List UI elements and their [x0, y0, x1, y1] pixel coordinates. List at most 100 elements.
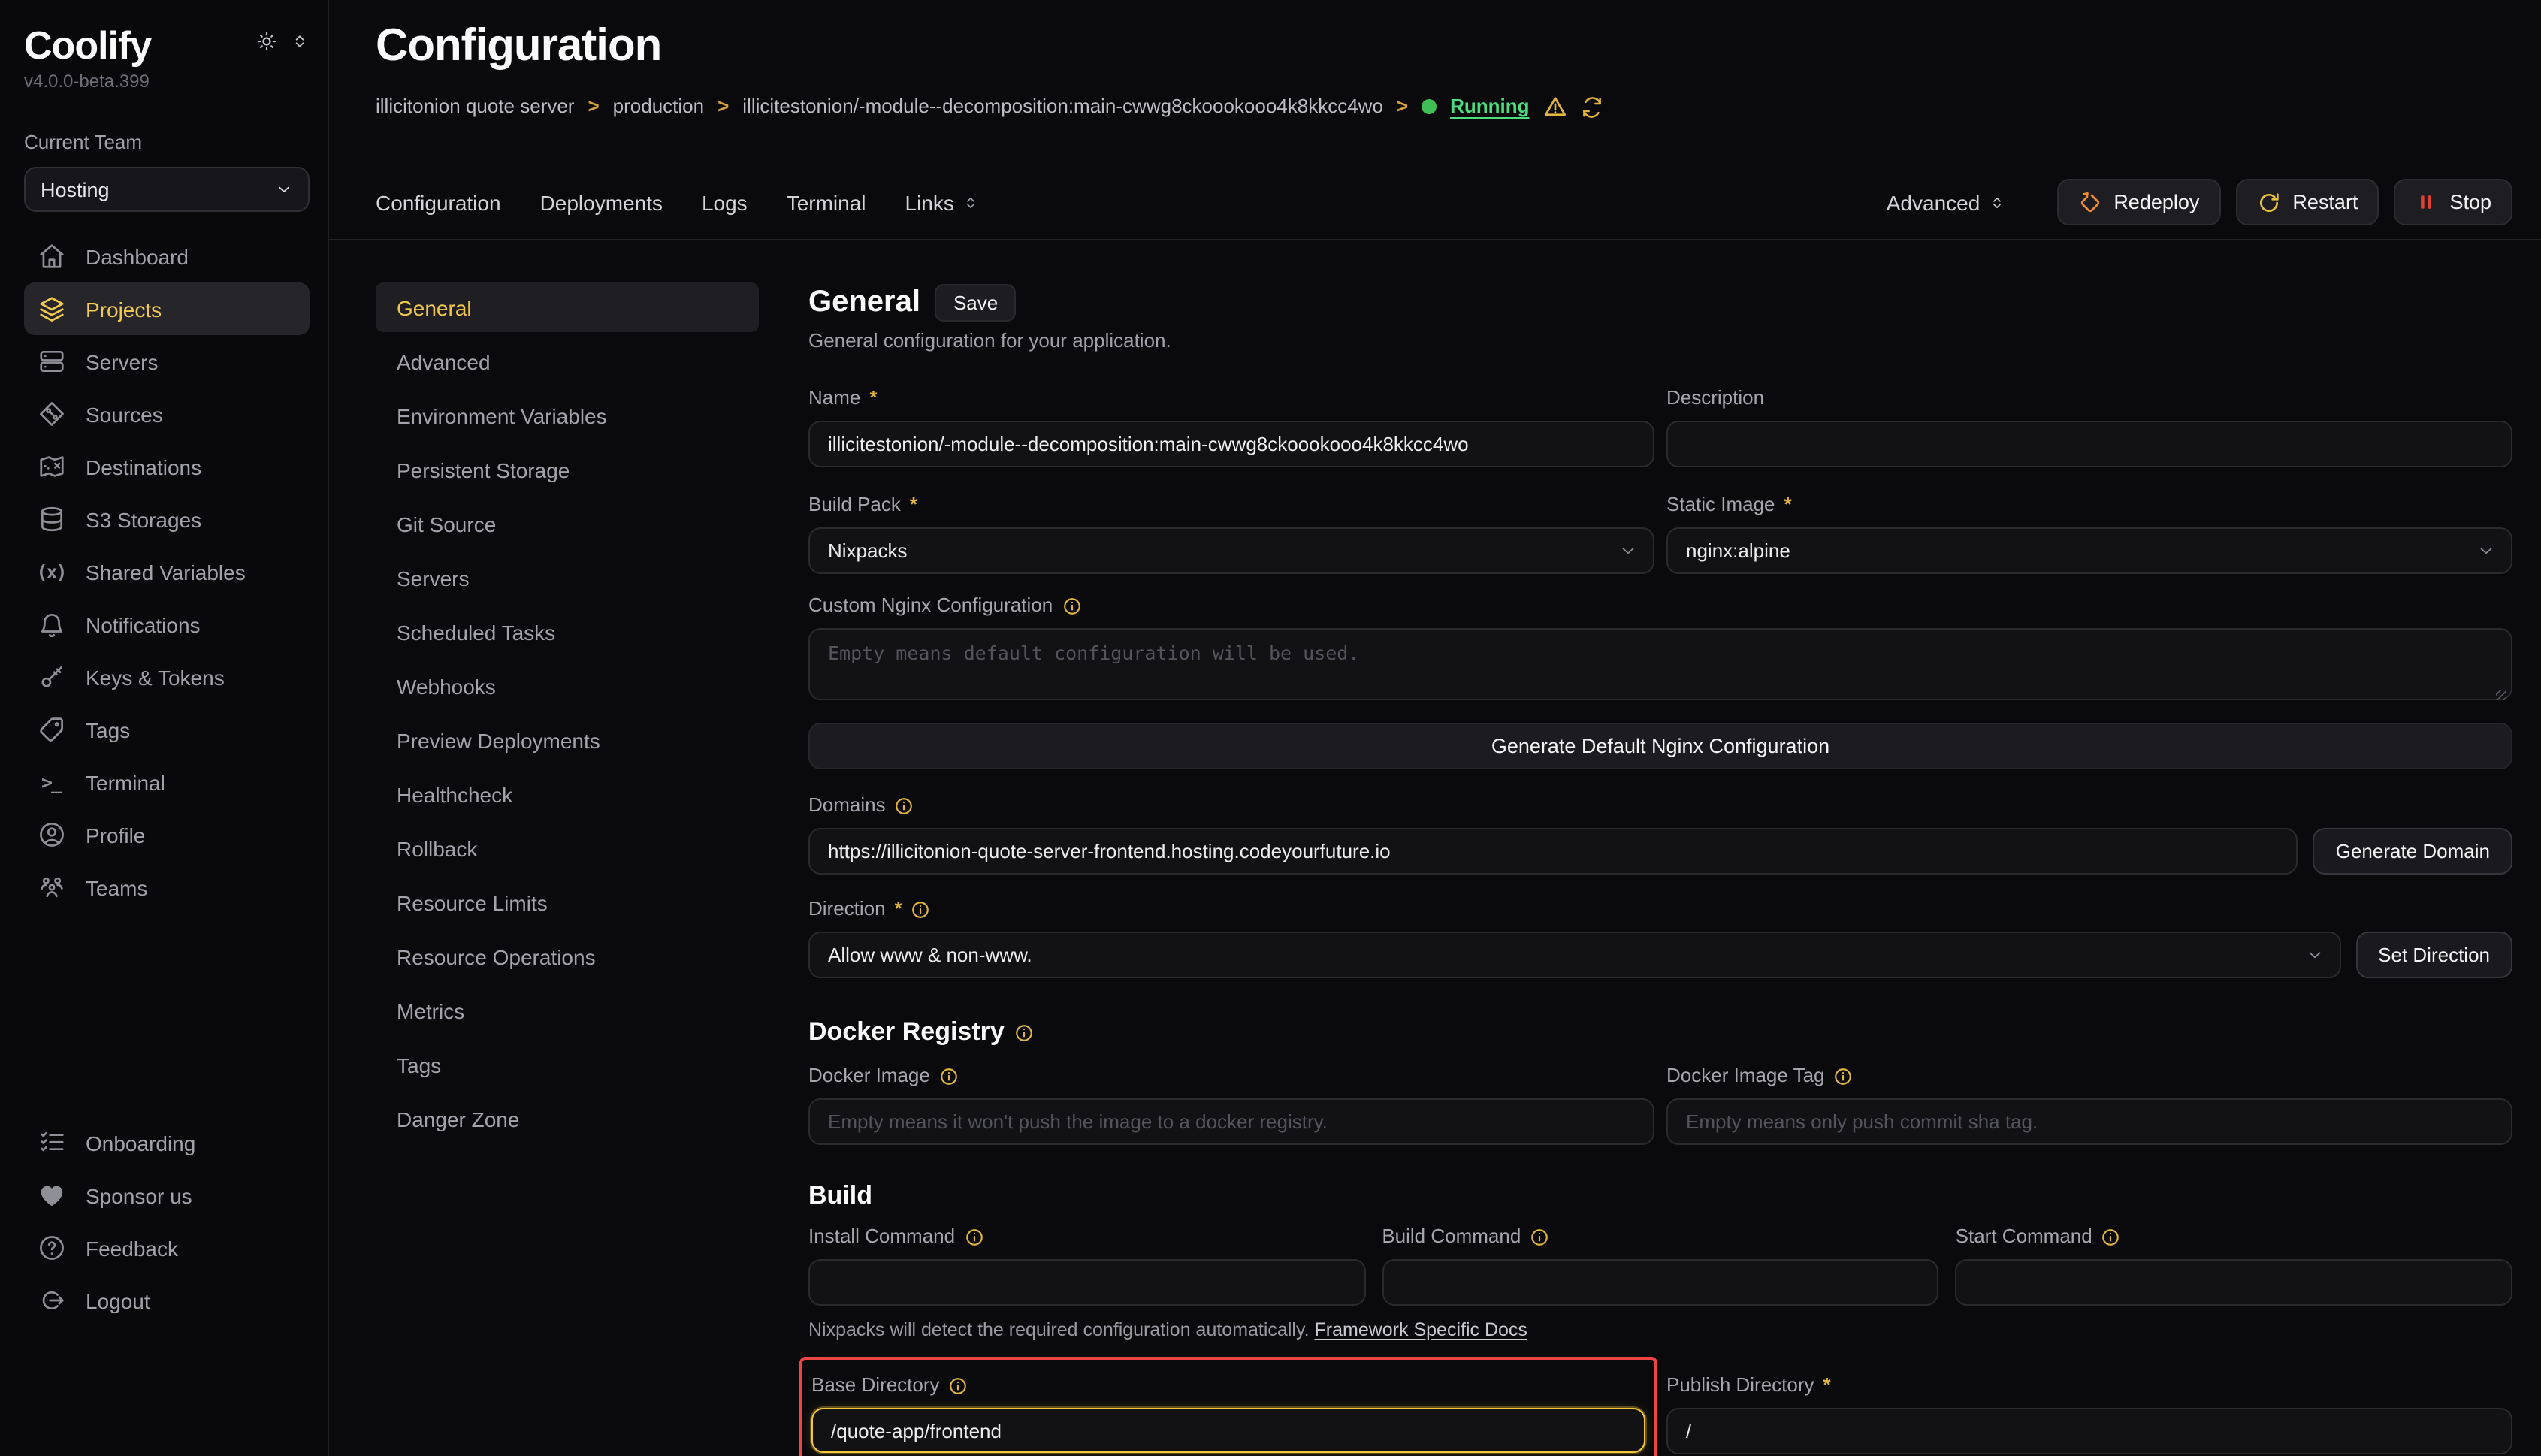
install-command-input[interactable] — [808, 1259, 1365, 1306]
subnav-item-git-source[interactable]: Git Source — [376, 499, 759, 548]
tab-deployments[interactable]: Deployments — [540, 190, 663, 214]
subnav-item-resource-operations[interactable]: Resource Operations — [376, 932, 759, 981]
theme-toggle-sun-icon[interactable] — [255, 30, 278, 53]
sidebar-item-projects[interactable]: Projects — [24, 282, 310, 335]
build-pack-select[interactable]: Nixpacks — [808, 527, 1654, 574]
sidebar-item-s3-storages[interactable]: S3 Storages — [24, 493, 310, 545]
sidebar-item-servers[interactable]: Servers — [24, 335, 310, 388]
sidebar-item-label: Destinations — [86, 455, 201, 479]
description-input[interactable] — [1666, 421, 2512, 467]
refresh-icon[interactable] — [1581, 95, 1603, 118]
tab-terminal[interactable]: Terminal — [787, 190, 866, 214]
restart-button[interactable]: Restart — [2235, 179, 2379, 225]
subnav-item-general[interactable]: General — [376, 282, 759, 332]
domains-input[interactable] — [808, 828, 2298, 875]
restart-icon — [2256, 190, 2280, 214]
info-icon[interactable] — [2101, 1227, 2121, 1246]
tab-links[interactable]: Links — [905, 190, 980, 214]
sidebar-item-onboarding[interactable]: Onboarding — [24, 1116, 310, 1169]
sidebar-item-logout[interactable]: Logout — [24, 1274, 310, 1327]
generate-nginx-button[interactable]: Generate Default Nginx Configuration — [808, 723, 2512, 769]
coolify-app: Coolify v4.0.0-beta.399 Current Team Hos… — [0, 0, 2541, 1456]
base-directory-input[interactable] — [811, 1408, 1645, 1453]
docker-image-tag-input[interactable] — [1666, 1098, 2512, 1145]
breadcrumb-environment[interactable]: production — [613, 93, 704, 120]
sidebar-item-feedback[interactable]: Feedback — [24, 1222, 310, 1274]
sidebar-item-profile[interactable]: Profile — [24, 808, 310, 861]
info-icon[interactable] — [939, 1066, 959, 1086]
instance-selector-icon[interactable] — [290, 32, 310, 51]
config-subnav: General Advanced Environment Variables P… — [376, 282, 759, 1143]
sidebar-item-label: Servers — [86, 349, 158, 373]
app-logo: Coolify — [24, 21, 151, 69]
sidebar-item-shared-variables[interactable]: (x) Shared Variables — [24, 545, 310, 598]
info-icon[interactable] — [895, 796, 914, 815]
tab-configuration[interactable]: Configuration — [376, 190, 501, 214]
framework-docs-link[interactable]: Framework Specific Docs — [1315, 1319, 1527, 1340]
advanced-menu[interactable]: Advanced — [1887, 190, 2006, 214]
stop-button[interactable]: Stop — [2394, 179, 2512, 225]
sidebar-item-label: Sources — [86, 402, 163, 426]
name-input[interactable] — [808, 421, 1654, 467]
static-image-value: nginx:alpine — [1686, 539, 1790, 562]
redeploy-icon — [2077, 190, 2101, 214]
sidebar-item-notifications[interactable]: Notifications — [24, 598, 310, 651]
info-icon[interactable] — [1834, 1066, 1854, 1086]
chevron-down-icon — [1618, 541, 1638, 560]
info-icon[interactable] — [964, 1227, 983, 1246]
base-directory-label: Base Directory — [811, 1372, 940, 1399]
docker-image-input[interactable] — [808, 1098, 1654, 1145]
info-icon[interactable] — [949, 1376, 968, 1395]
set-direction-button[interactable]: Set Direction — [2355, 932, 2512, 978]
info-icon[interactable] — [1062, 596, 1081, 615]
subnav-item-environment-variables[interactable]: Environment Variables — [376, 391, 759, 440]
subnav-item-rollback[interactable]: Rollback — [376, 823, 759, 873]
info-icon[interactable] — [1530, 1227, 1549, 1246]
direction-select[interactable]: Allow www & non-www. — [808, 932, 2340, 978]
subnav-item-danger-zone[interactable]: Danger Zone — [376, 1094, 759, 1143]
sidebar-item-terminal[interactable]: >_ Terminal — [24, 756, 310, 808]
custom-nginx-textarea[interactable] — [808, 628, 2512, 700]
start-command-input[interactable] — [1956, 1259, 2512, 1306]
sidebar-item-label: S3 Storages — [86, 507, 201, 531]
team-select[interactable]: Hosting — [24, 167, 310, 212]
sidebar-footer-nav: Onboarding Sponsor us Feedback Logout — [24, 1116, 310, 1327]
sidebar-item-dashboard[interactable]: Dashboard — [24, 230, 310, 282]
info-icon[interactable] — [911, 899, 931, 919]
breadcrumb-application[interactable]: illicitestonion/-module--decomposition:m… — [742, 93, 1383, 120]
subnav-item-servers[interactable]: Servers — [376, 553, 759, 603]
sidebar-item-destinations[interactable]: Destinations — [24, 440, 310, 493]
sidebar-item-label: Notifications — [86, 612, 201, 636]
stop-label: Stop — [2449, 191, 2491, 213]
redeploy-button[interactable]: Redeploy — [2056, 179, 2220, 225]
sidebar-item-tags[interactable]: Tags — [24, 703, 310, 756]
warning-triangle-icon[interactable] — [1543, 95, 1567, 119]
build-command-input[interactable] — [1382, 1259, 1938, 1306]
subnav-item-persistent-storage[interactable]: Persistent Storage — [376, 445, 759, 494]
status-badge[interactable]: Running — [1450, 93, 1529, 120]
publish-directory-input[interactable] — [1666, 1408, 2512, 1454]
breadcrumb-project[interactable]: illicitonion quote server — [376, 93, 574, 120]
sidebar-item-sponsor[interactable]: Sponsor us — [24, 1169, 310, 1222]
sidebar-item-teams[interactable]: Teams — [24, 861, 310, 914]
sidebar-item-label: Shared Variables — [86, 560, 246, 584]
subnav-item-metrics[interactable]: Metrics — [376, 986, 759, 1035]
generate-domain-button[interactable]: Generate Domain — [2313, 828, 2512, 875]
tab-logs[interactable]: Logs — [702, 190, 748, 214]
save-button[interactable]: Save — [935, 283, 1016, 321]
subnav-item-healthcheck[interactable]: Healthcheck — [376, 769, 759, 819]
subnav-item-tags[interactable]: Tags — [376, 1040, 759, 1089]
sidebar-item-keys-tokens[interactable]: Keys & Tokens — [24, 651, 310, 703]
subnav-item-advanced[interactable]: Advanced — [376, 337, 759, 386]
sidebar-item-sources[interactable]: Sources — [24, 388, 310, 440]
sidebar: Coolify v4.0.0-beta.399 Current Team Hos… — [0, 0, 329, 1456]
base-directory-highlight: Base Directory — [799, 1357, 1657, 1456]
subnav-item-webhooks[interactable]: Webhooks — [376, 661, 759, 711]
required-marker: * — [1784, 491, 1792, 518]
subnav-item-resource-limits[interactable]: Resource Limits — [376, 878, 759, 927]
subnav-item-scheduled-tasks[interactable]: Scheduled Tasks — [376, 607, 759, 657]
users-icon — [36, 872, 66, 902]
subnav-item-preview-deployments[interactable]: Preview Deployments — [376, 715, 759, 765]
info-icon[interactable] — [1015, 1023, 1035, 1042]
static-image-select[interactable]: nginx:alpine — [1666, 527, 2512, 574]
